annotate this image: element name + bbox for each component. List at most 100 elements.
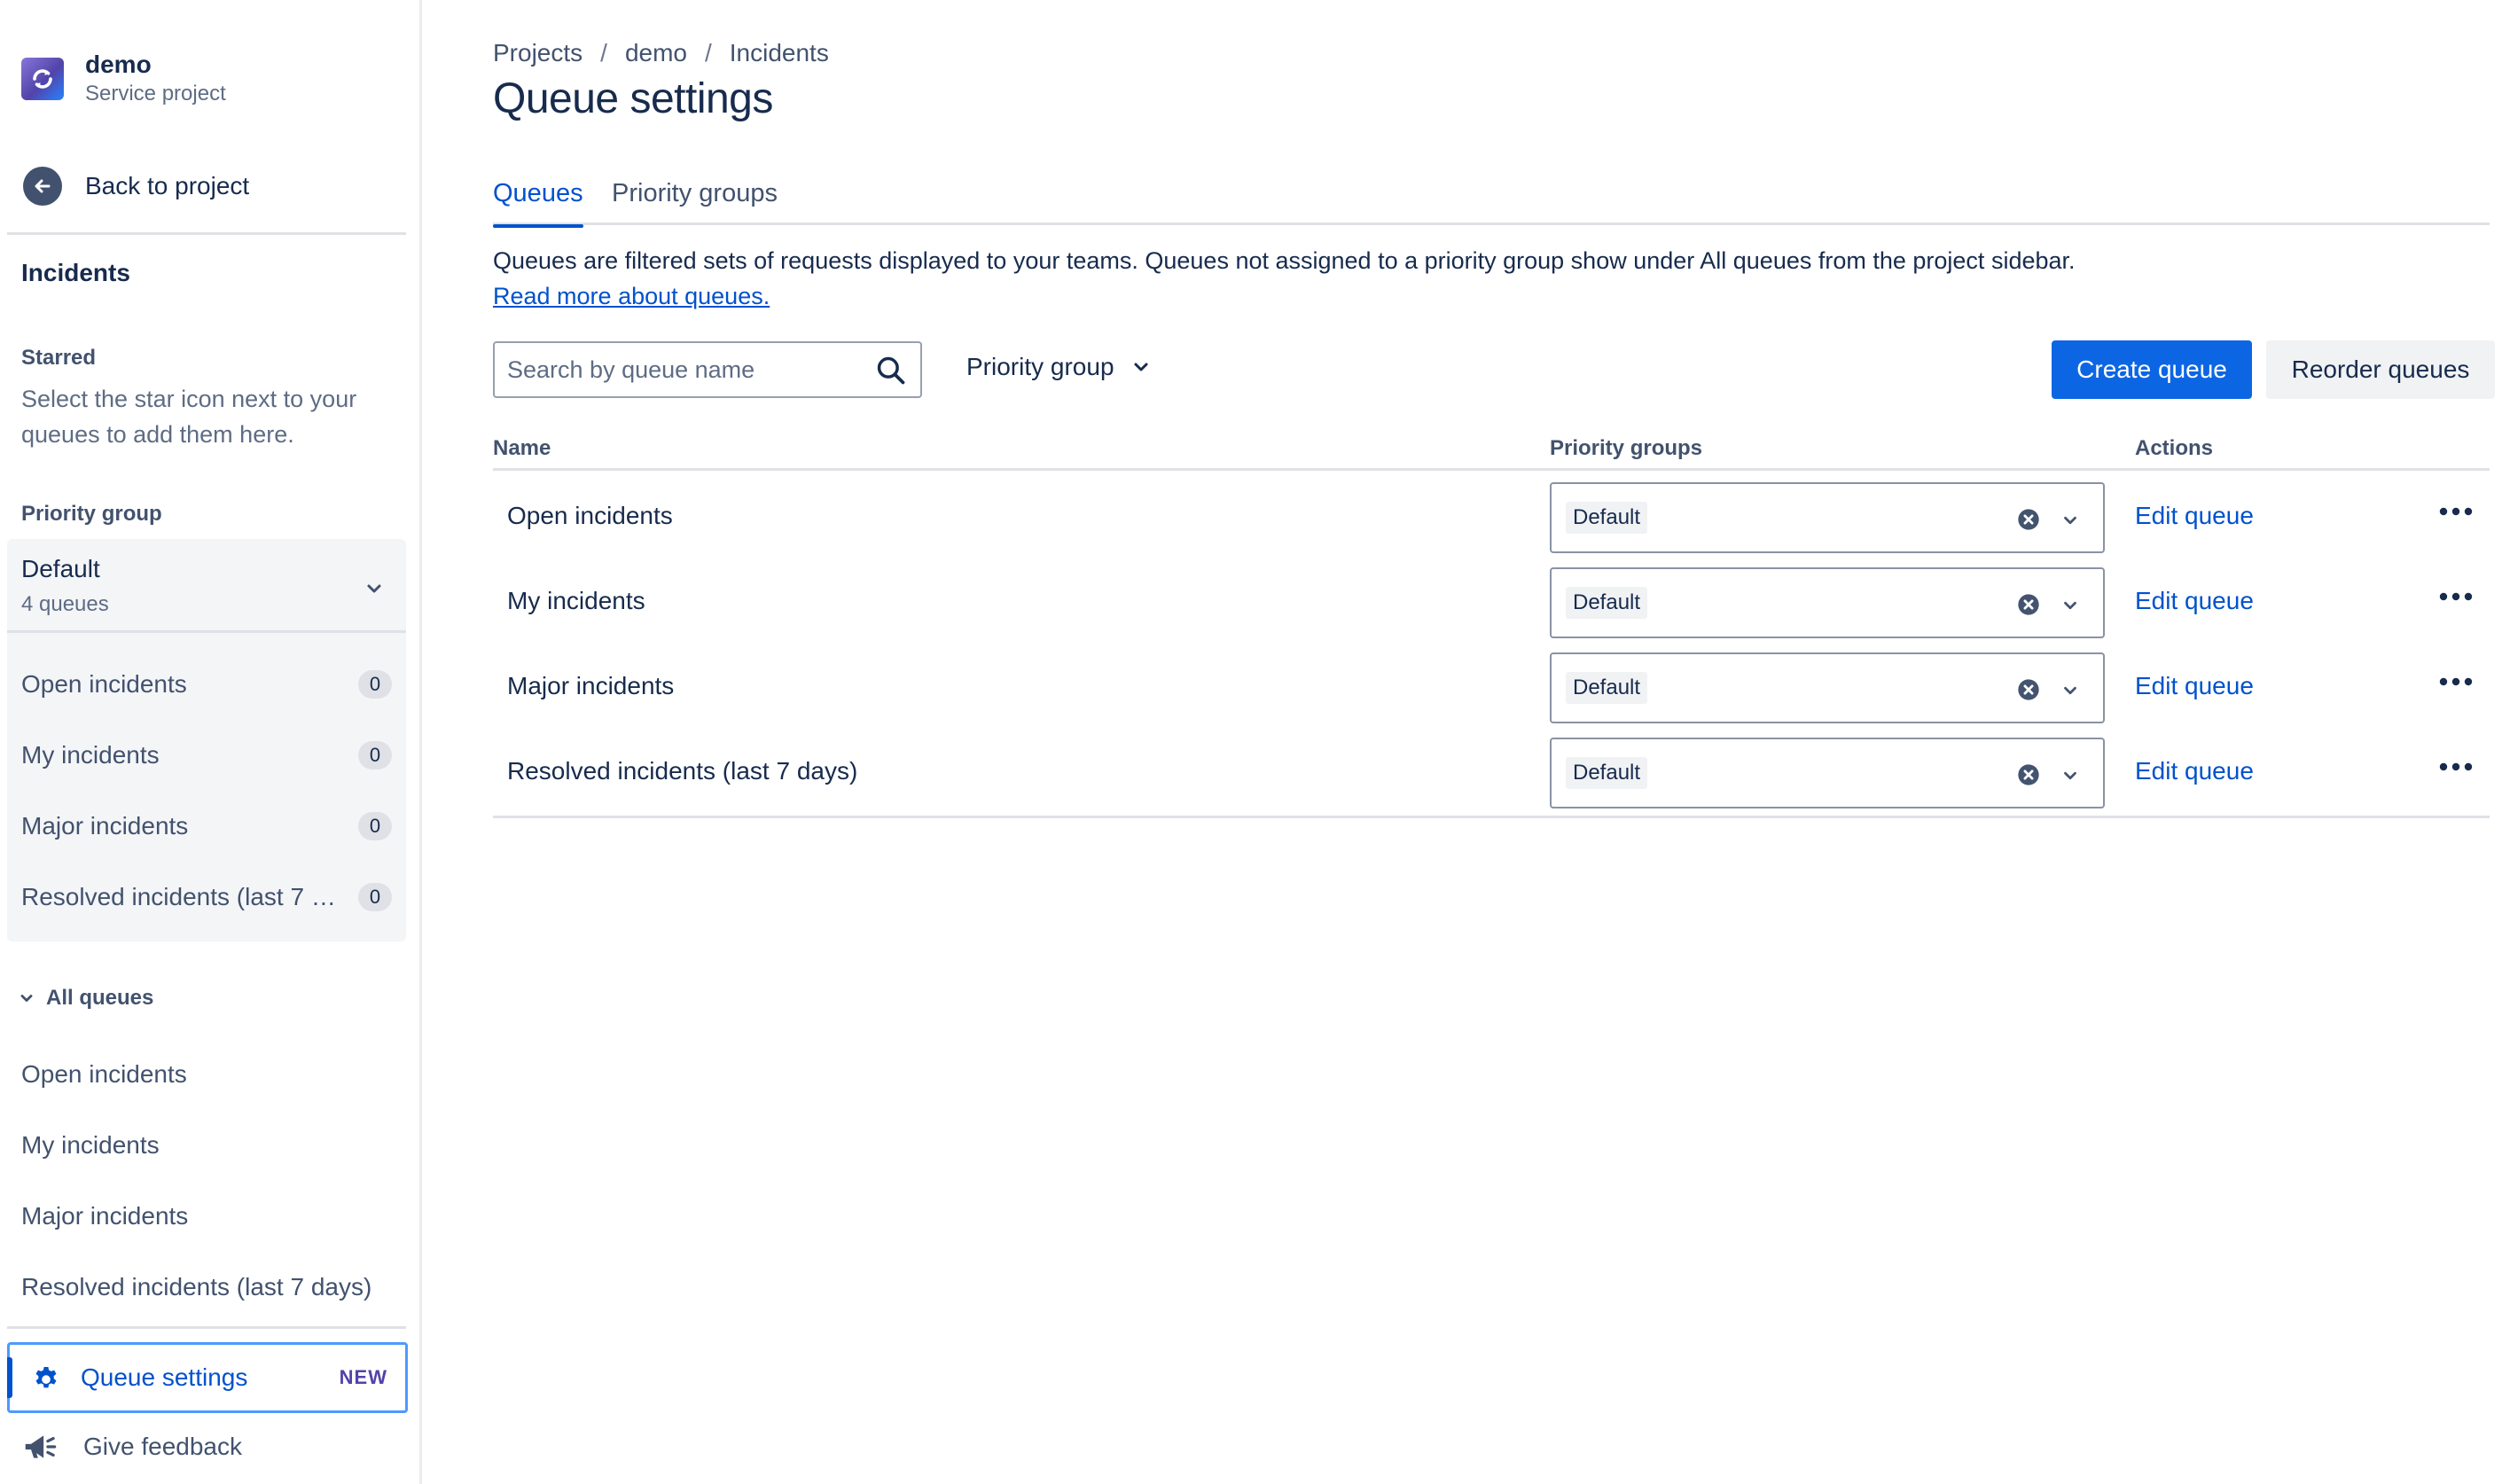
- table-row: Major incidents Default Edit queue: [493, 644, 2490, 729]
- priority-group-panel: Default 4 queues Open incidents 0 My inc…: [7, 539, 406, 941]
- sidebar-queue-label: Resolved incidents (last 7 days): [21, 883, 340, 910]
- table-row: My incidents Default Edit queue: [493, 558, 2490, 644]
- breadcrumb-project[interactable]: demo: [625, 39, 687, 67]
- all-queues-item-major-incidents[interactable]: Major incidents: [21, 1202, 403, 1230]
- sidebar-section-title: Incidents: [21, 259, 130, 286]
- tab-list: Queues Priority groups: [493, 179, 2490, 228]
- priority-group-tag: Default: [1566, 672, 1648, 704]
- page-title: Queue settings: [493, 75, 773, 122]
- priority-group-queue-count: 4 queues: [21, 592, 109, 616]
- arrow-left-icon: [23, 167, 62, 206]
- queue-count-badge: 0: [358, 812, 392, 840]
- sidebar-queue-open-incidents[interactable]: Open incidents 0: [7, 649, 406, 720]
- main-content: Projects / demo / Incidents Queue settin…: [493, 0, 2497, 1484]
- give-feedback-label: Give feedback: [83, 1433, 242, 1460]
- reorder-queues-button[interactable]: Reorder queues: [2266, 340, 2495, 399]
- sidebar: demo Service project Back to project Inc…: [0, 0, 422, 1484]
- chevron-down-icon: [1134, 363, 1148, 371]
- search-icon[interactable]: [874, 354, 908, 387]
- sidebar-divider: [7, 1326, 406, 1329]
- queue-name: Open incidents: [507, 502, 673, 529]
- sidebar-queue-my-incidents[interactable]: My incidents 0: [7, 720, 406, 791]
- project-logo-icon: [21, 58, 64, 100]
- priority-group-select[interactable]: Default: [1550, 482, 2105, 553]
- more-icon[interactable]: [2438, 676, 2474, 688]
- more-icon[interactable]: [2438, 761, 2474, 773]
- project-name: demo: [85, 51, 152, 78]
- queues-description: Queues are filtered sets of requests dis…: [493, 247, 2076, 274]
- breadcrumb-projects[interactable]: Projects: [493, 39, 582, 67]
- clear-icon[interactable]: [2016, 762, 2041, 787]
- queue-count-badge: 0: [358, 883, 392, 911]
- edit-queue-link[interactable]: Edit queue: [2135, 644, 2254, 729]
- priority-group-tag: Default: [1566, 587, 1648, 619]
- sidebar-divider: [7, 232, 406, 235]
- table-bottom-divider: [493, 816, 2490, 818]
- queue-count-badge: 0: [358, 741, 392, 769]
- more-icon[interactable]: [2438, 505, 2474, 518]
- queue-name: Resolved incidents (last 7 days): [507, 757, 858, 785]
- give-feedback-link[interactable]: Give feedback: [21, 1429, 242, 1464]
- project-type: Service project: [85, 82, 226, 105]
- breadcrumb-separator: /: [600, 39, 607, 66]
- read-more-link[interactable]: Read more about queues.: [493, 278, 770, 314]
- table-header-divider: [493, 468, 2490, 471]
- priority-group-filter[interactable]: Priority group: [966, 353, 1152, 381]
- sidebar-queue-label: Major incidents: [21, 812, 189, 840]
- edit-queue-link[interactable]: Edit queue: [2135, 729, 2254, 814]
- all-queues-item-resolved-incidents[interactable]: Resolved incidents (last 7 days): [21, 1273, 403, 1301]
- breadcrumb: Projects / demo / Incidents: [493, 39, 829, 67]
- chevron-down-icon[interactable]: [2060, 681, 2080, 700]
- starred-title: Starred: [21, 346, 97, 370]
- search-input[interactable]: [507, 352, 862, 387]
- all-queues-toggle[interactable]: All queues: [18, 986, 153, 1011]
- sidebar-queue-major-incidents[interactable]: Major incidents 0: [7, 791, 406, 862]
- sidebar-queue-resolved-incidents[interactable]: Resolved incidents (last 7 days) 0: [7, 862, 406, 933]
- search-field[interactable]: [493, 341, 922, 398]
- gear-icon: [35, 1366, 57, 1388]
- all-queues-title: All queues: [46, 986, 154, 1010]
- priority-group-title: Priority group: [21, 502, 162, 526]
- priority-group-select[interactable]: Default: [1550, 567, 2105, 638]
- breadcrumb-incidents[interactable]: Incidents: [730, 39, 829, 67]
- priority-group-select[interactable]: Default: [1550, 652, 2105, 723]
- chevron-down-icon: [20, 995, 33, 1002]
- column-header-actions: Actions: [2135, 436, 2214, 460]
- clear-icon[interactable]: [2016, 507, 2041, 532]
- back-to-project-link[interactable]: Back to project: [23, 167, 249, 206]
- edit-queue-link[interactable]: Edit queue: [2135, 473, 2254, 558]
- table-row: Resolved incidents (last 7 days) Default…: [493, 729, 2490, 814]
- edit-queue-link[interactable]: Edit queue: [2135, 558, 2254, 644]
- column-header-priority-groups: Priority groups: [1550, 436, 1703, 460]
- project-header[interactable]: demo Service project: [21, 50, 226, 108]
- starred-hint: Select the star icon next to your queues…: [21, 386, 357, 448]
- back-to-project-label: Back to project: [85, 172, 250, 199]
- priority-group-tag: Default: [1566, 757, 1648, 789]
- sidebar-item-queue-settings[interactable]: Queue settings NEW: [7, 1342, 408, 1413]
- all-queues-item-open-incidents[interactable]: Open incidents: [21, 1060, 403, 1089]
- priority-group-selected: Default: [21, 555, 100, 582]
- breadcrumb-separator: /: [704, 39, 712, 66]
- more-icon[interactable]: [2438, 590, 2474, 603]
- tab-queues[interactable]: Queues: [493, 179, 583, 228]
- priority-group-filter-label: Priority group: [966, 353, 1114, 380]
- table-row: Open incidents Default Edit queue: [493, 473, 2490, 558]
- chevron-down-icon[interactable]: [2060, 596, 2080, 615]
- queue-settings-label: Queue settings: [81, 1363, 248, 1391]
- priority-group-select[interactable]: Default 4 queues: [7, 539, 406, 633]
- all-queues-item-my-incidents[interactable]: My incidents: [21, 1131, 403, 1160]
- column-header-name: Name: [493, 436, 551, 460]
- chevron-down-icon[interactable]: [2060, 511, 2080, 530]
- queue-name: My incidents: [507, 587, 645, 614]
- queue-name: Major incidents: [507, 672, 675, 699]
- clear-icon[interactable]: [2016, 592, 2041, 617]
- sidebar-queue-label: My incidents: [21, 741, 160, 769]
- queue-count-badge: 0: [358, 670, 392, 699]
- priority-group-select[interactable]: Default: [1550, 738, 2105, 808]
- app-root: demo Service project Back to project Inc…: [0, 0, 2502, 1484]
- tab-priority-groups[interactable]: Priority groups: [612, 179, 778, 225]
- create-queue-button[interactable]: Create queue: [2052, 340, 2252, 399]
- chevron-down-icon[interactable]: [2060, 766, 2080, 785]
- chevron-down-icon: [367, 584, 381, 593]
- clear-icon[interactable]: [2016, 677, 2041, 702]
